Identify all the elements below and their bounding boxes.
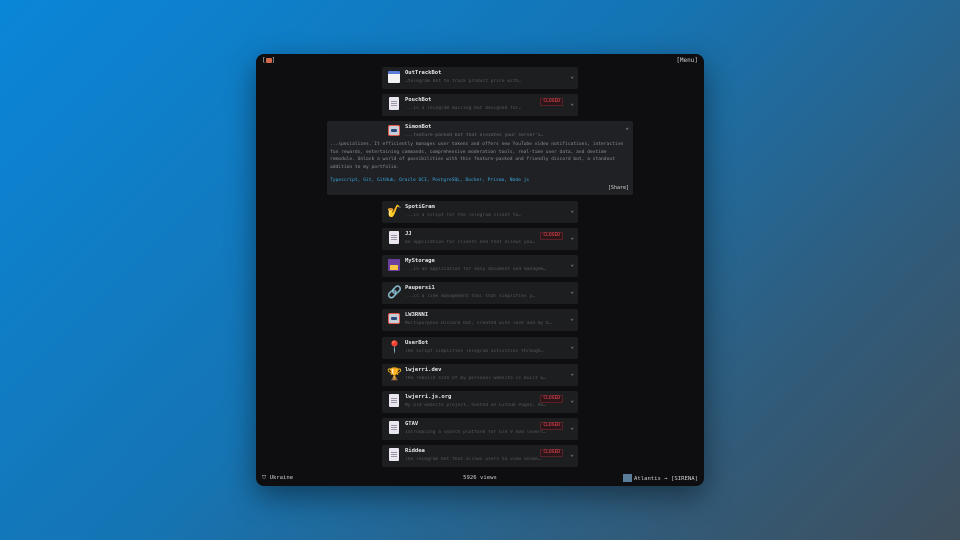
closed-badge: CLOSED (540, 422, 563, 431)
project-description: My old website project, hosted on Github… (405, 403, 547, 408)
chevron-down-icon[interactable]: ⌄ (570, 343, 574, 350)
robot-icon (388, 313, 400, 325)
project-title: GTAV (405, 421, 419, 428)
project-title: LW3RNNI (405, 312, 429, 319)
project-title: SimonBot (405, 124, 432, 131)
document-icon (389, 97, 399, 111)
project-description: ...is a Telegram mailing bot designed fo… (405, 106, 522, 112)
project-title: lwjerri.js.org (405, 394, 452, 400)
pushpin-icon: 📍 (387, 339, 402, 354)
share-button[interactable]: [Share] (608, 185, 629, 191)
project-description: An application for clients and that allo… (405, 239, 535, 245)
project-description: The rebuild site of my personal website … (405, 375, 547, 381)
project-description: ...is a script for the Telegram client t… (405, 212, 522, 218)
closed-badge: CLOSED (540, 395, 563, 403)
chevron-down-icon[interactable]: ⌄ (570, 315, 574, 322)
closed-badge: CLOSED (540, 231, 563, 240)
project-description: The Telegram bot that allows users to vi… (405, 457, 541, 463)
now-playing[interactable]: Atlantis → [SIRENA] (622, 474, 698, 482)
project-card[interactable]: OutTrackBot …telegram bot to track produc… (382, 67, 578, 89)
project-title: Paupersi1 (405, 285, 435, 292)
project-description: ...is an application for easy document a… (405, 267, 547, 272)
project-description: Multipurpose Discord bot, created with l… (405, 321, 552, 327)
project-description: The script simplifies Telegram activitie… (405, 348, 544, 354)
project-card[interactable]: 🎷 SpotiGram ...is a script for the Telegra… (382, 200, 578, 223)
project-title: SpotiGram (405, 203, 435, 210)
project-title: MyStorage (405, 258, 435, 264)
chevron-down-icon[interactable]: ⌄ (570, 397, 574, 404)
project-card[interactable]: SimonBot ...feature-packed bot that eleva… (327, 121, 633, 196)
menu-button[interactable]: [Menu] (676, 57, 698, 64)
project-card[interactable]: PouchBot ...is a Telegram mailing bot des… (382, 94, 578, 117)
project-title: lwjerri.dev (405, 366, 442, 373)
chevron-down-icon[interactable]: ⌄ (570, 424, 574, 431)
calendar-icon (388, 71, 400, 83)
brand[interactable]: [] (262, 57, 275, 64)
chevron-up-icon[interactable]: ⌃ (625, 127, 629, 134)
floppy-icon (388, 259, 400, 271)
top-bar: [] [Menu] (256, 54, 704, 68)
music-track: [SIRENA] (671, 476, 698, 482)
saxophone-icon: 🎷 (387, 203, 402, 218)
app-window: [] [Menu] OutTrackBot …telegram bot to tr… (256, 54, 704, 486)
project-description: …telegram bot to track product price wit… (405, 79, 522, 84)
document-icon (389, 230, 399, 244)
trophy-icon: 🏆 (387, 366, 402, 381)
chevron-down-icon[interactable]: ⌄ (570, 234, 574, 241)
music-artist: Atlantis (633, 476, 661, 482)
brand-close-bracket: ] (271, 57, 276, 64)
project-card[interactable]: lwjerri.js.org My old website project, ho… (382, 391, 578, 413)
project-description: Introducing a search platform for GTA V … (405, 430, 547, 436)
footer-bar: ⛉ Ukraine 5926 views Atlantis → [SIRENA] (256, 470, 704, 486)
chevron-down-icon[interactable]: ⌄ (570, 451, 574, 458)
chevron-down-icon[interactable]: ⌄ (570, 207, 574, 214)
project-card[interactable]: GTAV Introducing a search platform for GT… (382, 418, 578, 441)
chevron-down-icon[interactable]: ⌄ (570, 288, 574, 295)
chevron-down-icon[interactable]: ⌄ (570, 73, 574, 80)
document-icon (389, 448, 399, 462)
project-title: UserBot (405, 339, 429, 346)
project-card[interactable]: 🏆 lwjerri.dev The rebuild site of my perso… (382, 363, 578, 386)
chevron-down-icon[interactable]: ⌄ (570, 370, 574, 377)
music-arrow: → (664, 476, 668, 482)
document-icon (389, 421, 399, 435)
project-description: ...is a link management tool that simpli… (405, 294, 535, 300)
tech-stack: Typescript, Git, GitHub, Oracle OCI, Pos… (330, 178, 530, 184)
project-card[interactable]: 🔗 Paupersi1 ...is a link management tool t… (382, 282, 578, 305)
project-details: ...specializes. It efficiently manages u… (330, 142, 624, 170)
project-title: OutTrackBot (405, 70, 442, 76)
project-description: ...feature-packed bot that elevates your… (405, 133, 544, 139)
album-cover-icon (622, 474, 632, 482)
project-card[interactable]: MyStorage ...is an application for easy d… (382, 255, 578, 277)
project-card[interactable]: Riddea The Telegram bot that allows users… (382, 445, 578, 468)
project-title: PouchBot (405, 97, 432, 104)
project-card[interactable]: JJ An application for clients and that al… (382, 227, 578, 250)
chevron-down-icon[interactable]: ⌄ (570, 100, 574, 107)
robot-icon (388, 125, 400, 137)
project-title: Riddea (405, 448, 425, 455)
project-card[interactable]: LW3RNNI Multipurpose Discord bot, created… (382, 309, 578, 332)
link-icon: 🔗 (387, 285, 402, 300)
project-card[interactable]: 📍 UserBot The script simplifies Telegram a… (382, 336, 578, 359)
closed-badge: CLOSED (540, 449, 563, 458)
closed-badge: CLOSED (540, 98, 563, 107)
project-title: JJ (405, 230, 412, 237)
document-icon (389, 394, 399, 407)
chevron-down-icon[interactable]: ⌄ (570, 261, 574, 268)
